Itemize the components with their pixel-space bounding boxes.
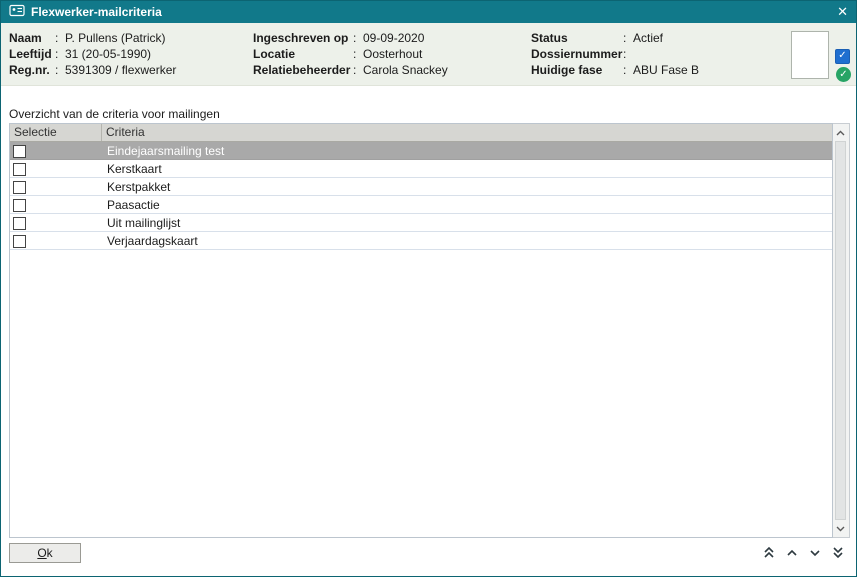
field-relatiebeheerder: Relatiebeheerder : Carola Snackey (253, 62, 448, 78)
field-dossiernummer: Dossiernummer : (531, 46, 699, 62)
field-colon: : (353, 46, 363, 62)
field-value: 09-09-2020 (363, 30, 424, 46)
selectie-cell (10, 161, 102, 175)
ok-button-label-rest: k (47, 546, 53, 560)
column-header-criteria: Criteria (102, 124, 832, 141)
vertical-scrollbar[interactable] (833, 123, 850, 538)
table-row[interactable]: Verjaardagskaart (10, 232, 832, 250)
column-header-selectie: Selectie (10, 124, 102, 141)
criteria-cell: Uit mailinglijst (102, 216, 832, 230)
row-checkbox[interactable] (13, 217, 26, 230)
scrollbar-thumb[interactable] (835, 141, 846, 520)
field-label: Leeftijd (9, 46, 55, 62)
field-colon: : (55, 30, 65, 46)
table-row[interactable]: Kerstkaart (10, 160, 832, 178)
field-colon: : (623, 46, 633, 62)
overview-label: Overzicht van de criteria voor mailingen (9, 107, 220, 121)
scroll-next-icon[interactable] (806, 544, 823, 561)
field-label: Status (531, 30, 623, 46)
row-checkbox[interactable] (13, 163, 26, 176)
scroll-last-icon[interactable] (829, 544, 846, 561)
record-navigation (760, 544, 846, 561)
field-regnr: Reg.nr. : 5391309 / flexwerker (9, 62, 176, 78)
field-label: Locatie (253, 46, 353, 62)
close-icon[interactable]: ✕ (837, 1, 848, 23)
ok-button-accesskey: O (37, 546, 46, 560)
selectie-cell (10, 233, 102, 247)
field-colon: : (353, 30, 363, 46)
field-colon: : (55, 46, 65, 62)
table-row[interactable]: Uit mailinglijst (10, 214, 832, 232)
criteria-table-area: Selectie Criteria Eindejaarsmailing test… (9, 123, 850, 538)
scroll-prev-icon[interactable] (783, 544, 800, 561)
row-checkbox[interactable] (13, 181, 26, 194)
field-locatie: Locatie : Oosterhout (253, 46, 448, 62)
field-value: P. Pullens (Patrick) (65, 30, 165, 46)
header-column-2: Ingeschreven op : 09-09-2020 Locatie : O… (253, 30, 448, 78)
scroll-first-icon[interactable] (760, 544, 777, 561)
photo-placeholder (791, 31, 829, 79)
field-label: Relatiebeheerder (253, 62, 353, 78)
row-checkbox[interactable] (13, 145, 26, 158)
scroll-up-button[interactable] (833, 125, 848, 140)
field-value: ABU Fase B (633, 62, 699, 78)
field-colon: : (353, 62, 363, 78)
ok-button[interactable]: Ok (9, 543, 81, 563)
criteria-cell: Eindejaarsmailing test (102, 144, 832, 158)
header-column-3: Status : Actief Dossiernummer : Huidige … (531, 30, 699, 78)
field-huidige-fase: Huidige fase : ABU Fase B (531, 62, 699, 78)
field-value: 5391309 / flexwerker (65, 62, 176, 78)
header-column-1: Naam : P. Pullens (Patrick) Leeftijd : 3… (9, 30, 176, 78)
field-label: Ingeschreven op (253, 30, 353, 46)
green-check-status-icon: ✓ (836, 67, 851, 82)
title-bar: Flexwerker-mailcriteria ✕ (1, 1, 856, 23)
table-row[interactable]: Paasactie (10, 196, 832, 214)
field-value: Carola Snackey (363, 62, 448, 78)
field-status: Status : Actief (531, 30, 699, 46)
field-naam: Naam : P. Pullens (Patrick) (9, 30, 176, 46)
person-info-header: Naam : P. Pullens (Patrick) Leeftijd : 3… (1, 23, 856, 86)
field-colon: : (623, 30, 633, 46)
field-value: Oosterhout (363, 46, 422, 62)
criteria-cell: Kerstkaart (102, 162, 832, 176)
row-checkbox[interactable] (13, 199, 26, 212)
criteria-cell: Paasactie (102, 198, 832, 212)
field-leeftijd: Leeftijd : 31 (20-05-1990) (9, 46, 176, 62)
table-header-row: Selectie Criteria (10, 124, 832, 142)
criteria-table: Selectie Criteria Eindejaarsmailing test… (9, 123, 833, 538)
row-checkbox[interactable] (13, 235, 26, 248)
header-checked-checkbox[interactable]: ✓ (835, 49, 850, 64)
field-colon: : (623, 62, 633, 78)
table-row[interactable]: Eindejaarsmailing test (10, 142, 832, 160)
criteria-cell: Verjaardagskaart (102, 234, 832, 248)
selectie-cell (10, 197, 102, 211)
selectie-cell (10, 179, 102, 193)
table-row[interactable]: Kerstpakket (10, 178, 832, 196)
window-title: Flexwerker-mailcriteria (31, 5, 162, 19)
field-label: Dossiernummer (531, 46, 623, 62)
id-card-icon (9, 4, 25, 20)
flexwerker-mailcriteria-dialog: Flexwerker-mailcriteria ✕ Naam : P. Pull… (0, 0, 857, 577)
criteria-cell: Kerstpakket (102, 180, 832, 194)
field-value: 31 (20-05-1990) (65, 46, 151, 62)
selectie-cell (10, 215, 102, 229)
field-label: Reg.nr. (9, 62, 55, 78)
field-colon: : (55, 62, 65, 78)
selectie-cell (10, 143, 102, 157)
scroll-down-button[interactable] (833, 521, 848, 536)
field-label: Naam (9, 30, 55, 46)
field-value: Actief (633, 30, 663, 46)
field-label: Huidige fase (531, 62, 623, 78)
field-ingeschreven-op: Ingeschreven op : 09-09-2020 (253, 30, 448, 46)
